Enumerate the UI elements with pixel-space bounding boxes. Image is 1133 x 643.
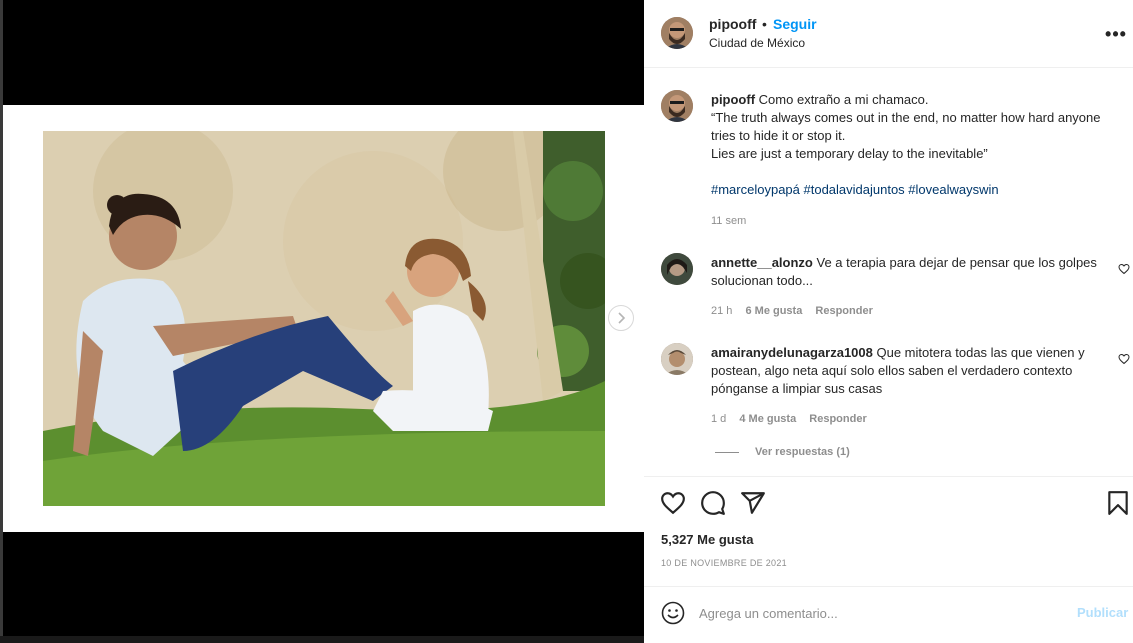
caption-text-line-1: Como extraño a mi chamaco. xyxy=(758,92,929,107)
next-photo-button[interactable] xyxy=(608,305,634,331)
caption-username[interactable]: pipooff xyxy=(711,92,755,107)
comment-1-heart-icon[interactable] xyxy=(1118,263,1130,275)
caption-author-avatar[interactable] xyxy=(661,90,693,122)
comment-2-meta: 1 d 4 Me gusta Responder xyxy=(711,413,867,425)
view-replies-label: Ver respuestas (1) xyxy=(755,446,850,458)
media-bottom-strip xyxy=(0,636,644,643)
comment-input[interactable] xyxy=(699,602,1069,624)
comment-1-reply-button[interactable]: Responder xyxy=(815,305,872,317)
heart-icon[interactable] xyxy=(660,490,686,516)
media-area xyxy=(0,0,644,643)
comment-2-reply-button[interactable]: Responder xyxy=(809,413,866,425)
comment-icon[interactable] xyxy=(700,490,726,516)
comment-2-heart-icon[interactable] xyxy=(1118,353,1130,365)
caption-text-line-2: “The truth always comes out in the end, … xyxy=(711,110,1101,143)
comment-1-time[interactable]: 21 h xyxy=(711,305,732,317)
comment-1-username[interactable]: annette__alonzo xyxy=(711,255,813,270)
post-actions: 5,327 Me gusta 10 DE NOVIEMBRE DE 2021 xyxy=(644,477,1133,587)
instagram-post-modal: pipooff • Seguir Ciudad de México ••• pi… xyxy=(0,0,1133,643)
comment-2: amairanydelunagarza1008 Que mitotera tod… xyxy=(711,344,1106,398)
author-avatar[interactable] xyxy=(661,17,693,49)
publish-button[interactable]: Publicar xyxy=(1077,605,1128,620)
comment-1-meta: 21 h 6 Me gusta Responder xyxy=(711,305,873,317)
emoji-icon[interactable] xyxy=(661,601,685,625)
bookmark-icon[interactable] xyxy=(1105,490,1131,516)
view-replies-button[interactable]: Ver respuestas (1) xyxy=(715,446,850,458)
comments-list: pipooff Como extraño a mi chamaco. “The … xyxy=(644,68,1133,477)
add-comment-bar: Publicar xyxy=(644,588,1133,643)
commenter-avatar[interactable] xyxy=(661,343,693,375)
post-header: pipooff • Seguir Ciudad de México ••• xyxy=(644,0,1133,68)
comment-2-time[interactable]: 1 d xyxy=(711,413,726,425)
post-location[interactable]: Ciudad de México xyxy=(709,36,805,50)
more-options-icon[interactable]: ••• xyxy=(1105,24,1126,44)
follow-button[interactable]: Seguir xyxy=(773,16,817,32)
share-icon[interactable] xyxy=(740,490,766,516)
caption-hashtags[interactable]: #marceloypapá #todalavidajuntos #lovealw… xyxy=(711,182,999,197)
comment-1-likes[interactable]: 6 Me gusta xyxy=(745,305,802,317)
caption-time[interactable]: 11 sem xyxy=(711,215,746,227)
comment-1: annette__alonzo Ve a terapia para dejar … xyxy=(711,254,1106,290)
separator-dot: • xyxy=(762,16,767,32)
post-photo xyxy=(43,131,605,506)
replies-line xyxy=(715,451,739,453)
post-caption: pipooff Como extraño a mi chamaco. “The … xyxy=(711,91,1106,199)
commenter-avatar[interactable] xyxy=(661,253,693,285)
comment-2-likes[interactable]: 4 Me gusta xyxy=(739,413,796,425)
post-date[interactable]: 10 DE NOVIEMBRE DE 2021 xyxy=(661,558,787,568)
likes-count[interactable]: 5,327 Me gusta xyxy=(661,532,754,547)
chevron-right-icon xyxy=(618,312,626,324)
comment-2-username[interactable]: amairanydelunagarza1008 xyxy=(711,345,873,360)
caption-text-line-3: Lies are just a temporary delay to the i… xyxy=(711,146,988,161)
post-details-panel: pipooff • Seguir Ciudad de México ••• pi… xyxy=(644,0,1133,643)
author-username[interactable]: pipooff xyxy=(709,16,756,32)
